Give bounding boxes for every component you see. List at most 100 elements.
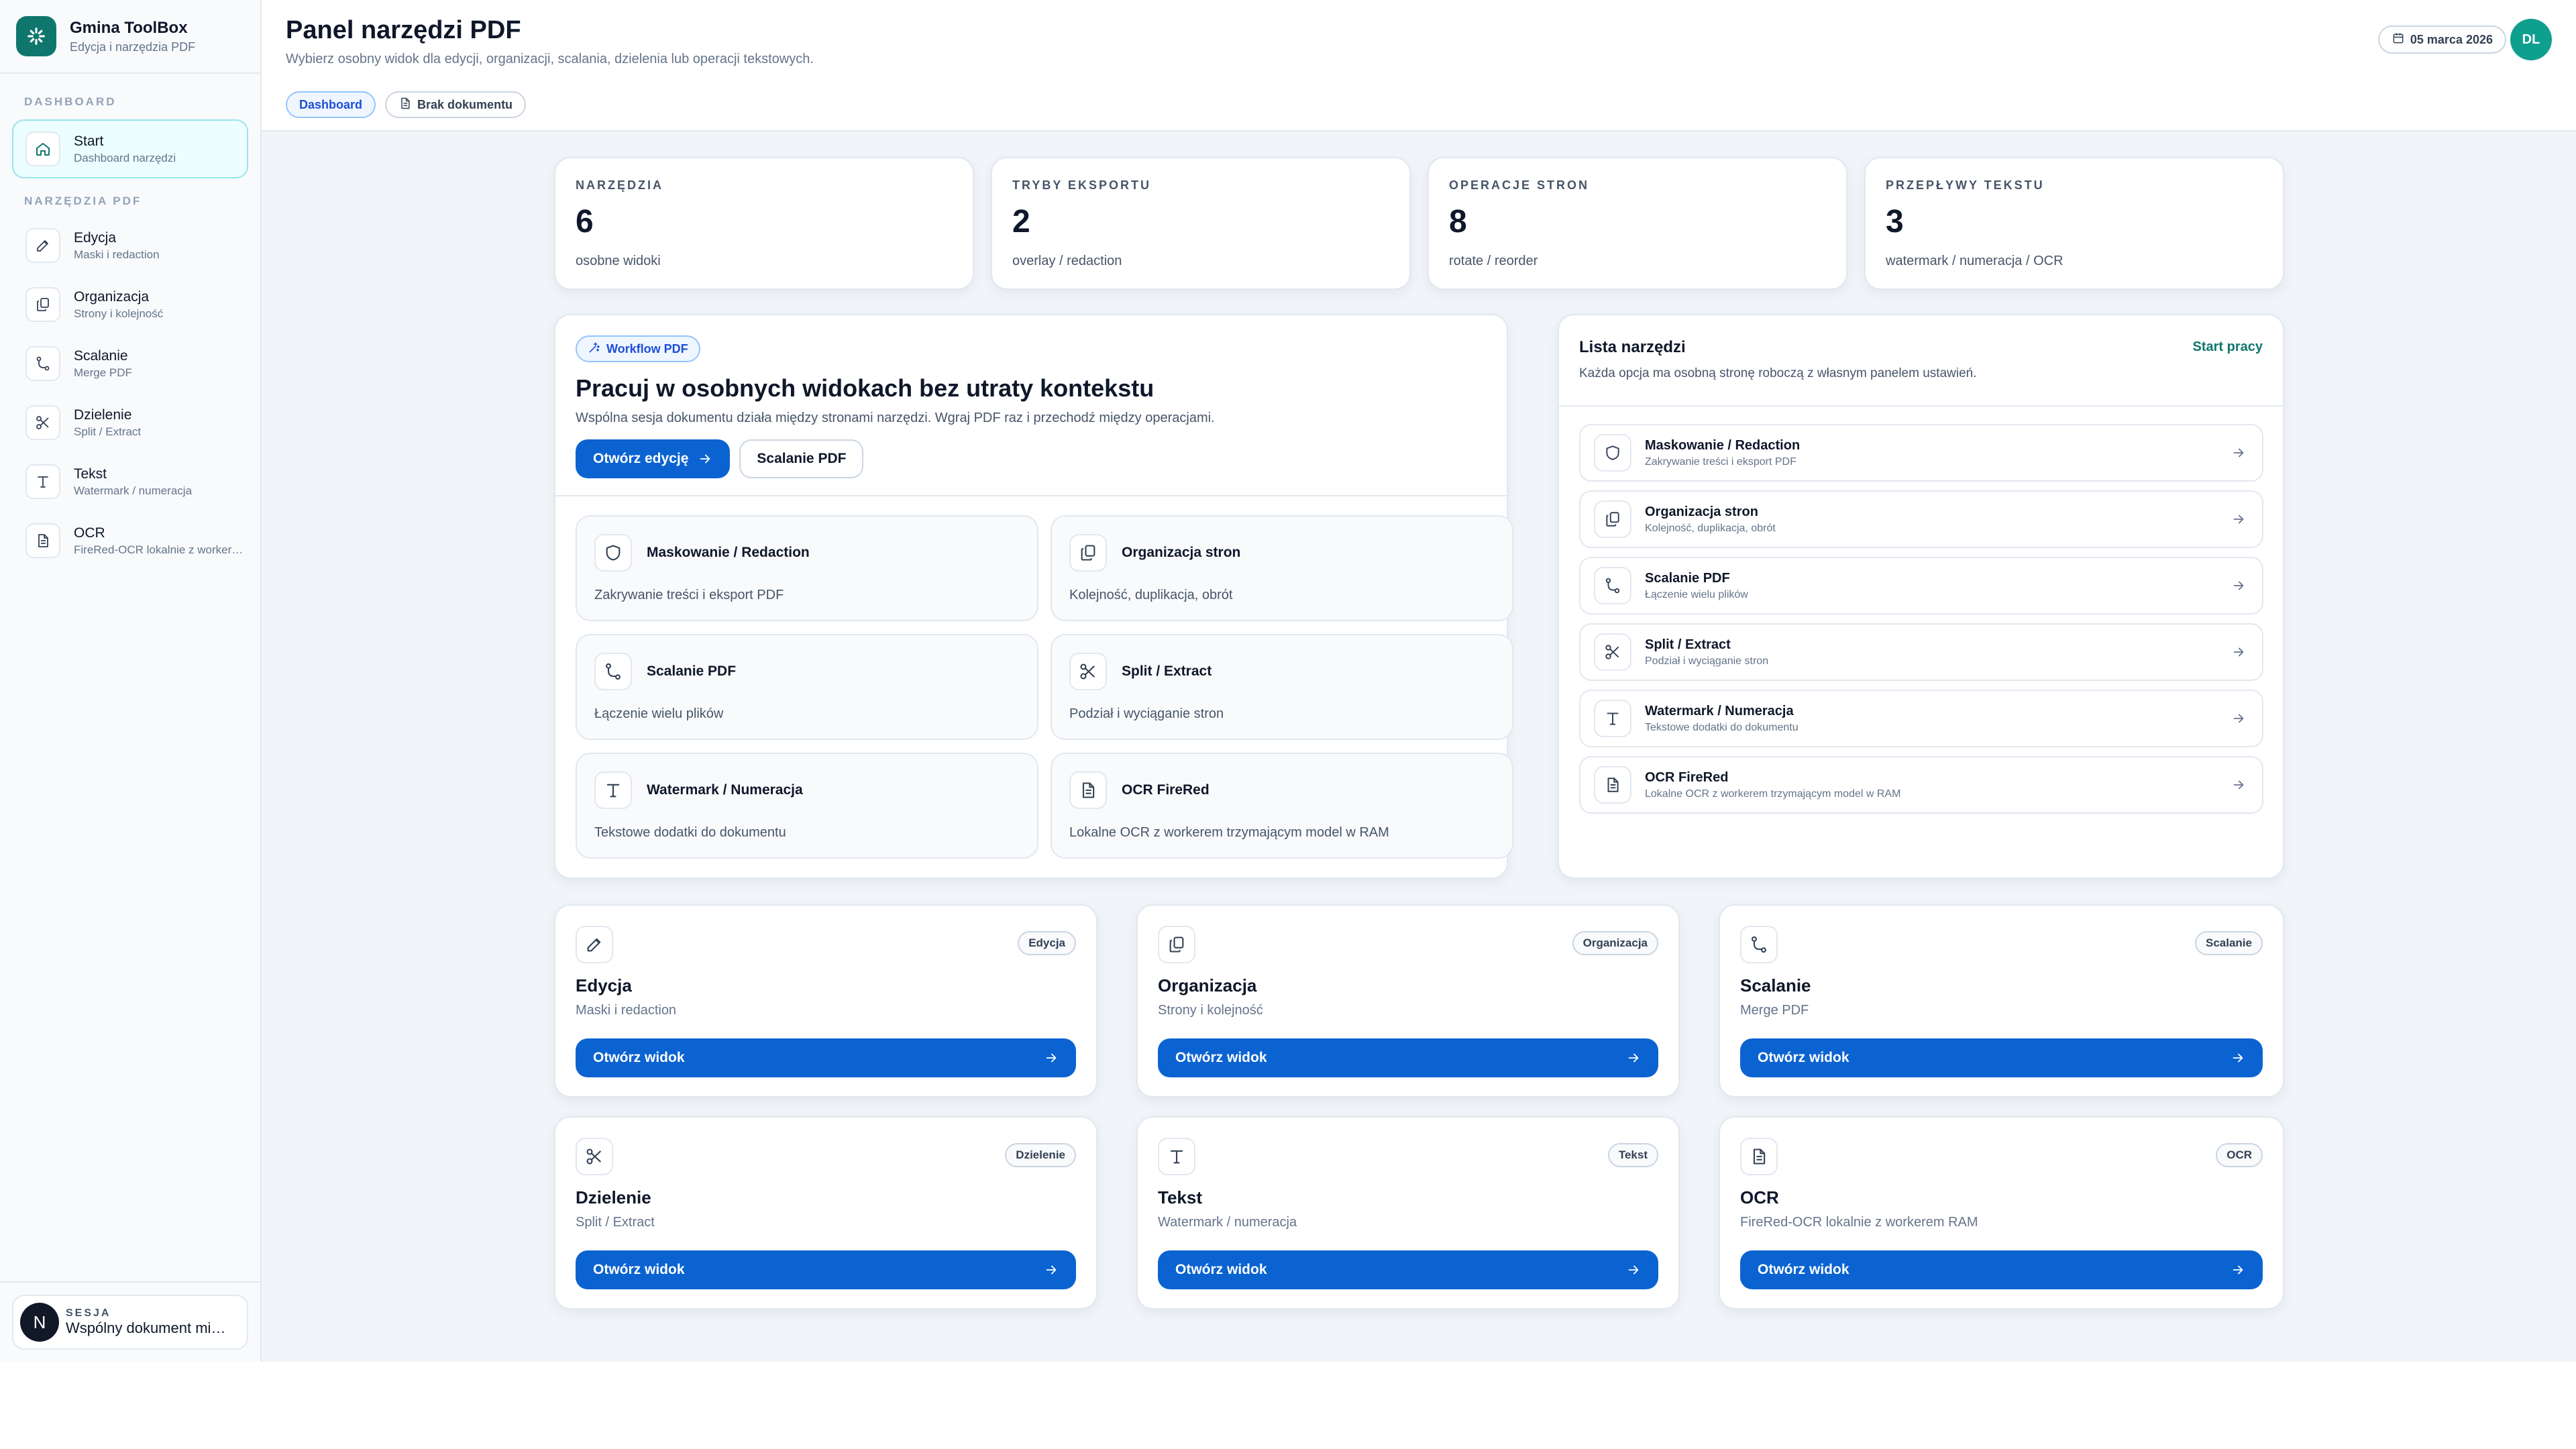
stat-value: 8 xyxy=(1449,204,1467,239)
user-avatar[interactable]: DL xyxy=(2510,19,2552,60)
tile-split[interactable]: Split / Extract Podział i wyciąganie str… xyxy=(1051,634,1513,740)
view-title: Tekst xyxy=(1158,1187,1202,1208)
merge-icon xyxy=(594,653,632,690)
list-item-redaction[interactable]: Maskowanie / Redaction Zakrywanie treści … xyxy=(1579,424,2263,482)
workflow-card: Workflow PDF Pracuj w osobnych widokach … xyxy=(554,314,1513,879)
workflow-description: Wspólna sesja dokumentu działa między st… xyxy=(576,411,1215,425)
breadcrumb: Dashboard Brak dokumentu xyxy=(286,91,527,118)
arrow-right-icon xyxy=(698,451,712,466)
tile-title: OCR FireRed xyxy=(1122,782,1210,798)
list-item-split[interactable]: Split / Extract Podział i wyciąganie stro… xyxy=(1579,623,2263,681)
view-tag: Edycja xyxy=(1018,931,1076,955)
copy-icon xyxy=(25,287,60,322)
tile-organizacja[interactable]: Organizacja stron Kolejność, duplikacja,… xyxy=(1051,515,1513,621)
view-card-edycja: Edycja Edycja Maski i redaction Otwórz w… xyxy=(554,904,1097,1097)
tile-title: Split / Extract xyxy=(1122,663,1212,679)
dashboard-pill[interactable]: Dashboard xyxy=(286,91,376,118)
tile-watermark[interactable]: Watermark / Numeracja Tekstowe dodatki d… xyxy=(576,753,1038,859)
tile-scalanie[interactable]: Scalanie PDF Łączenie wielu plików xyxy=(576,634,1038,740)
sidebar-item-sub: Maski i redaction xyxy=(74,248,160,261)
session-value: Wspólny dokument między widokami xyxy=(66,1320,233,1336)
page-subtitle: Wybierz osobny widok dla edycji, organiz… xyxy=(286,52,814,66)
copy-icon xyxy=(1158,926,1195,963)
sidebar-item-sub: Strony i kolejność xyxy=(74,307,164,320)
tile-sub: Podział i wyciąganie stron xyxy=(1069,706,1224,721)
date-label: 05 marca 2026 xyxy=(2410,32,2493,46)
view-tag: OCR xyxy=(2216,1143,2263,1167)
document-icon xyxy=(1740,1138,1778,1175)
view-card-tekst: Tekst Tekst Watermark / numeracja Otwórz… xyxy=(1136,1116,1680,1309)
open-edit-button[interactable]: Otwórz edycję xyxy=(576,439,731,478)
tool-list-title: Lista narzędzi xyxy=(1579,338,1686,356)
sidebar-item-organizacja[interactable]: Organizacja Strony i kolejność xyxy=(12,275,248,334)
stat-sub: overlay / redaction xyxy=(1012,254,1122,268)
list-item-title: Split / Extract xyxy=(1645,637,1731,652)
open-view-button[interactable]: Otwórz widok xyxy=(1740,1250,2263,1289)
list-item-watermark[interactable]: Watermark / Numeracja Tekstowe dodatki do… xyxy=(1579,690,2263,747)
tile-sub: Lokalne OCR z workerem trzymającym model… xyxy=(1069,825,1389,840)
scissors-icon xyxy=(1594,633,1631,671)
sidebar-item-label: OCR xyxy=(74,525,105,541)
tile-sub: Zakrywanie treści i eksport PDF xyxy=(594,588,784,602)
sidebar-item-tekst[interactable]: Tekst Watermark / numeracja xyxy=(12,452,248,511)
view-card-ocr: OCR OCR FireRed-OCR lokalnie z workerem … xyxy=(1719,1116,2284,1309)
open-view-button[interactable]: Otwórz widok xyxy=(1740,1038,2263,1077)
sidebar-item-label: Scalanie xyxy=(74,347,128,364)
sidebar-item-sub: Watermark / numeracja xyxy=(74,484,193,497)
session-card[interactable]: N SESJA Wspólny dokument między widokami xyxy=(12,1295,248,1350)
list-item-organizacja[interactable]: Organizacja stron Kolejność, duplikacja, … xyxy=(1579,490,2263,548)
stat-card-przeplywy: PRZEPŁYWY TEKSTU 3 watermark / numeracja… xyxy=(1864,157,2284,290)
list-item-sub: Lokalne OCR z workerem trzymającym model… xyxy=(1645,788,1901,800)
arrow-right-icon xyxy=(1626,1263,1641,1277)
open-view-button[interactable]: Otwórz widok xyxy=(1158,1250,1658,1289)
arrow-right-icon xyxy=(1626,1051,1641,1065)
list-item-sub: Podział i wyciąganie stron xyxy=(1645,655,1769,667)
scissors-icon xyxy=(1069,653,1107,690)
arrow-right-icon xyxy=(2231,445,2246,464)
brand-subtitle: Edycja i narzędzia PDF xyxy=(70,40,196,54)
list-item-ocr[interactable]: OCR FireRed Lokalne OCR z workerem trzyma… xyxy=(1579,756,2263,814)
sidebar-item-label: Edycja xyxy=(74,229,117,246)
arrow-right-icon xyxy=(1044,1263,1059,1277)
list-item-title: Scalanie PDF xyxy=(1645,570,1730,586)
document-icon xyxy=(1594,766,1631,804)
arrow-right-icon xyxy=(1044,1051,1059,1065)
pencil-icon xyxy=(25,228,60,263)
sidebar-item-start[interactable]: Start Dashboard narzędzi xyxy=(12,119,248,178)
document-icon xyxy=(25,523,60,558)
view-sub: Strony i kolejność xyxy=(1158,1003,1263,1018)
start-work-link[interactable]: Start pracy xyxy=(2193,339,2263,355)
open-view-button[interactable]: Otwórz widok xyxy=(576,1250,1076,1289)
list-item-sub: Łączenie wielu plików xyxy=(1645,588,1748,600)
view-tag: Scalanie xyxy=(2195,931,2263,955)
brand-title: Gmina ToolBox xyxy=(70,18,188,37)
open-view-button[interactable]: Otwórz widok xyxy=(1158,1038,1658,1077)
sidebar-item-ocr[interactable]: OCR FireRed-OCR lokalnie z workerem RAM xyxy=(12,511,248,570)
merge-pdf-button[interactable]: Scalanie PDF xyxy=(739,439,864,478)
list-item-sub: Kolejność, duplikacja, obrót xyxy=(1645,522,1776,534)
list-item-title: Maskowanie / Redaction xyxy=(1645,437,1801,453)
stat-label: OPERACJE STRON xyxy=(1449,178,1590,192)
date-pill[interactable]: 05 marca 2026 xyxy=(2377,25,2506,54)
stat-sub: rotate / reorder xyxy=(1449,254,1538,268)
open-view-button[interactable]: Otwórz widok xyxy=(576,1038,1076,1077)
stat-card-narzedzia: NARZĘDZIA 6 osobne widoki xyxy=(554,157,974,290)
document-status-pill[interactable]: Brak dokumentu xyxy=(385,91,527,118)
sidebar-item-dzielenie[interactable]: Dzielenie Split / Extract xyxy=(12,393,248,452)
tile-sub: Łączenie wielu plików xyxy=(594,706,724,721)
brand[interactable]: Gmina ToolBox Edycja i narzędzia PDF xyxy=(0,0,260,74)
view-sub: FireRed-OCR lokalnie z workerem RAM xyxy=(1740,1215,1978,1230)
tile-ocr[interactable]: OCR FireRed Lokalne OCR z workerem trzym… xyxy=(1051,753,1513,859)
sidebar-item-edycja[interactable]: Edycja Maski i redaction xyxy=(12,216,248,275)
stat-value: 2 xyxy=(1012,204,1030,239)
sidebar-item-label: Tekst xyxy=(74,466,107,482)
stat-card-operacje: OPERACJE STRON 8 rotate / reorder xyxy=(1428,157,1847,290)
page-header: Panel narzędzi PDF Wybierz osobny widok … xyxy=(262,0,2576,131)
tile-sub: Tekstowe dodatki do dokumentu xyxy=(594,825,786,840)
list-item-scalanie[interactable]: Scalanie PDF Łączenie wielu plików xyxy=(1579,557,2263,614)
sidebar-item-sub: FireRed-OCR lokalnie z workerem RAM xyxy=(74,543,248,556)
tile-redaction[interactable]: Maskowanie / Redaction Zakrywanie treści… xyxy=(576,515,1038,621)
sidebar-item-sub: Split / Extract xyxy=(74,425,142,438)
sidebar-item-scalanie[interactable]: Scalanie Merge PDF xyxy=(12,334,248,393)
section-tools-label: NARZĘDZIA PDF xyxy=(24,195,142,207)
